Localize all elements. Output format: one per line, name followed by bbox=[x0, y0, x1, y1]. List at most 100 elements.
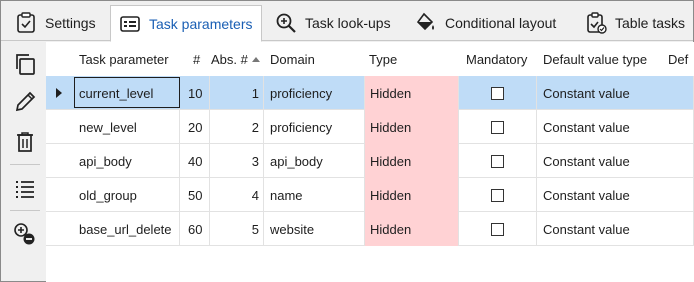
column-header-domain[interactable]: Domain bbox=[270, 42, 315, 76]
pencil-icon bbox=[13, 90, 37, 117]
table-row[interactable]: old_group 50 4 name Hidden Constant value bbox=[46, 178, 694, 212]
cell-domain[interactable]: name bbox=[264, 178, 365, 212]
column-header-default[interactable]: Def bbox=[668, 42, 688, 76]
table-row[interactable]: api_body 40 3 api_body Hidden Constant value bbox=[46, 144, 694, 178]
cell-type-text: Hidden bbox=[370, 221, 412, 237]
cell-abs-number[interactable]: 2 bbox=[210, 110, 264, 144]
cell-default-value-type[interactable]: Constant value bbox=[537, 212, 694, 246]
mandatory-checkbox[interactable] bbox=[491, 154, 504, 168]
table-row[interactable]: new_level 20 2 proficiency Hidden Constant va… bbox=[46, 110, 694, 144]
list-icon bbox=[13, 177, 37, 204]
checklist-icon bbox=[15, 12, 37, 34]
cell-number-text: 50 bbox=[188, 187, 203, 203]
cell-type-text: Hidden bbox=[370, 153, 412, 169]
cell-task-parameter[interactable]: base_url_delete bbox=[74, 212, 180, 246]
column-header-number[interactable]: # bbox=[193, 42, 200, 76]
table-row[interactable]: base_url_delete 60 5 website Hidden Constant … bbox=[46, 212, 694, 246]
cell-mandatory[interactable] bbox=[459, 178, 537, 212]
tab-conditional-layout[interactable]: Conditional layout bbox=[407, 5, 575, 41]
cell-task-parameter[interactable]: api_body bbox=[74, 144, 180, 178]
copy-button[interactable] bbox=[12, 52, 38, 78]
paint-bucket-icon bbox=[415, 12, 437, 34]
cell-mandatory[interactable] bbox=[459, 76, 537, 110]
parameters-icon bbox=[119, 13, 141, 35]
cell-domain[interactable]: proficiency bbox=[264, 110, 365, 144]
cell-task-parameter[interactable]: old_group bbox=[74, 178, 180, 212]
cell-abs-number-text: 1 bbox=[251, 85, 259, 101]
mandatory-checkbox[interactable] bbox=[491, 86, 504, 100]
cell-type[interactable]: Hidden bbox=[365, 76, 459, 110]
table-tasks-icon bbox=[585, 12, 607, 34]
cell-number[interactable]: 50 bbox=[180, 178, 210, 212]
cell-type-text: Hidden bbox=[370, 85, 412, 101]
cell-number[interactable]: 40 bbox=[180, 144, 210, 178]
cell-domain[interactable]: website bbox=[264, 212, 365, 246]
tab-label: Task parameters bbox=[149, 15, 253, 32]
tab-label: Table tasks bbox=[615, 15, 686, 31]
tab-task-parameters[interactable]: Task parameters bbox=[110, 5, 262, 42]
cell-default-value-type-text: Constant value bbox=[543, 153, 630, 169]
cell-number[interactable]: 20 bbox=[180, 110, 210, 144]
column-header-default-value-type[interactable]: Default value type bbox=[543, 42, 647, 76]
cell-abs-number[interactable]: 4 bbox=[210, 178, 264, 212]
tab-task-look-ups[interactable]: Task look-ups bbox=[267, 5, 403, 41]
mandatory-checkbox[interactable] bbox=[491, 188, 504, 202]
cell-task-parameter-text: base_url_delete bbox=[79, 221, 172, 237]
tab-settings[interactable]: Settings bbox=[7, 5, 107, 41]
cell-mandatory[interactable] bbox=[459, 144, 537, 178]
column-header-task-parameter[interactable]: Task parameter bbox=[79, 42, 169, 76]
cell-abs-number[interactable]: 1 bbox=[210, 76, 264, 110]
copy-icon bbox=[13, 52, 37, 79]
add-remove-icon bbox=[13, 222, 37, 249]
cell-default-value-type[interactable]: Constant value bbox=[537, 76, 694, 110]
column-header-abs-number[interactable]: Abs. # bbox=[211, 42, 260, 76]
cell-domain-text: proficiency bbox=[270, 85, 333, 101]
cell-type[interactable]: Hidden bbox=[365, 212, 459, 246]
sort-ascending-icon bbox=[251, 56, 260, 62]
list-button[interactable] bbox=[12, 177, 38, 203]
cell-type[interactable]: Hidden bbox=[365, 178, 459, 212]
cell-domain-text: proficiency bbox=[270, 119, 333, 135]
cell-default-value-type[interactable]: Constant value bbox=[537, 110, 694, 144]
cell-abs-number[interactable]: 3 bbox=[210, 144, 264, 178]
column-header-mandatory[interactable]: Mandatory bbox=[466, 42, 527, 76]
cell-type-text: Hidden bbox=[370, 187, 412, 203]
cell-mandatory[interactable] bbox=[459, 110, 537, 144]
cell-default-value-type[interactable]: Constant value bbox=[537, 144, 694, 178]
cell-abs-number-text: 2 bbox=[251, 119, 259, 135]
toolbar-separator bbox=[10, 164, 40, 165]
cell-type[interactable]: Hidden bbox=[365, 144, 459, 178]
cell-domain[interactable]: api_body bbox=[264, 144, 365, 178]
cell-task-parameter-text: old_group bbox=[79, 187, 137, 203]
cell-focus-rectangle bbox=[74, 77, 180, 108]
tab-bar: Settings Task parameters Task look-ups C… bbox=[1, 1, 693, 42]
cell-default-value-type[interactable]: Constant value bbox=[537, 178, 694, 212]
cell-type[interactable]: Hidden bbox=[365, 110, 459, 144]
cell-domain-text: name bbox=[270, 187, 303, 203]
cell-task-parameter-text: new_level bbox=[79, 119, 137, 135]
toolbar-separator bbox=[10, 210, 40, 211]
column-header-type[interactable]: Type bbox=[369, 42, 397, 76]
cell-number[interactable]: 60 bbox=[180, 212, 210, 246]
mandatory-checkbox[interactable] bbox=[491, 222, 504, 236]
cell-number-text: 40 bbox=[188, 153, 203, 169]
edit-button[interactable] bbox=[12, 90, 38, 116]
cell-type-text: Hidden bbox=[370, 119, 412, 135]
cell-domain-text: website bbox=[270, 221, 315, 237]
left-toolbar bbox=[2, 42, 46, 281]
cell-abs-number[interactable]: 5 bbox=[210, 212, 264, 246]
tab-label: Task look-ups bbox=[305, 15, 391, 31]
grid-header: Task parameter # Abs. # Domain Type Mand… bbox=[46, 42, 694, 76]
mandatory-checkbox[interactable] bbox=[491, 120, 504, 134]
cell-abs-number-text: 4 bbox=[251, 187, 259, 203]
cell-mandatory[interactable] bbox=[459, 212, 537, 246]
cell-number[interactable]: 10 bbox=[180, 76, 210, 110]
delete-button[interactable] bbox=[12, 130, 38, 156]
cell-task-parameter[interactable]: new_level bbox=[74, 110, 180, 144]
cell-task-parameter-text: api_body bbox=[79, 153, 132, 169]
add-remove-button[interactable] bbox=[12, 222, 38, 248]
column-header-label: Abs. # bbox=[211, 51, 248, 67]
tab-table-tasks[interactable]: Table tasks bbox=[577, 5, 693, 41]
table-row[interactable]: current_level 10 1 proficiency Hidden Constan… bbox=[46, 76, 694, 110]
cell-domain[interactable]: proficiency bbox=[264, 76, 365, 110]
